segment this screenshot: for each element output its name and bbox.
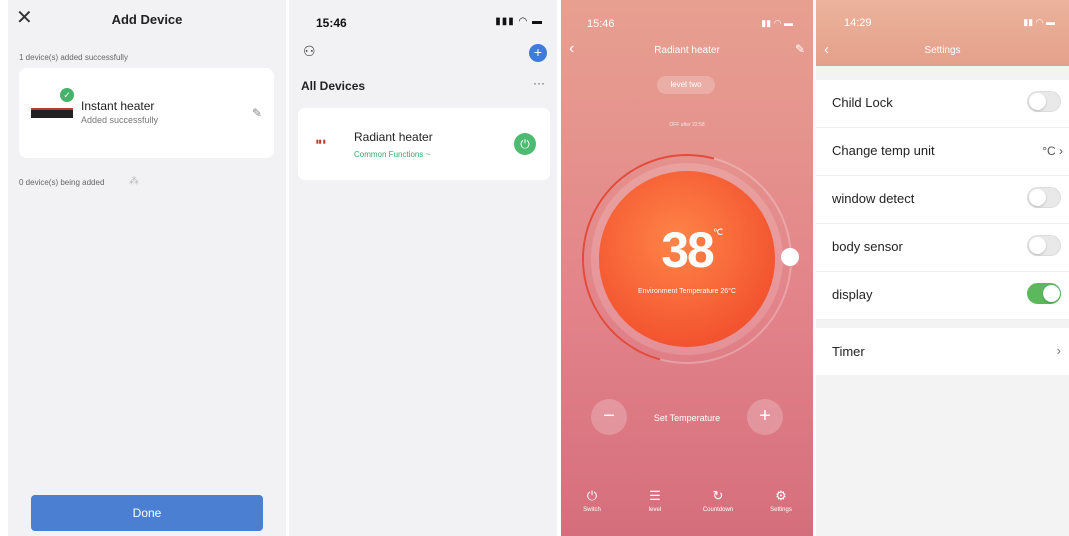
power-icon: ⏻ [586, 488, 598, 503]
page-title: Add Device [111, 12, 183, 27]
window-detect-toggle[interactable] [1027, 187, 1061, 208]
device-status: Added successfully [81, 115, 159, 125]
increase-button[interactable]: + [747, 399, 783, 435]
setting-body-sensor: body sensor [816, 224, 1069, 272]
tab-label: Countdown [702, 507, 734, 513]
temperature-value: 38 [661, 222, 715, 278]
settings-list: Child Lock Change temp unit °C › window … [816, 80, 1069, 320]
countdown-icon: ↻ [712, 488, 724, 503]
adding-count-text: 0 device(s) being added [19, 178, 105, 187]
display-toggle[interactable] [1027, 283, 1061, 304]
temperature-slider-handle[interactable] [781, 248, 799, 266]
device-card[interactable]: ▮▮ ▮ Radiant heater Common Functions ~ ⏻ [298, 108, 550, 180]
tab-label: Switch [583, 507, 601, 513]
loading-spinner-icon: ⁂ [129, 176, 139, 187]
all-devices-screen: 15:46 ▮▮▮ ◠ ▬ ⚇ + All Devices ··· ▮▮ ▮ R… [289, 0, 557, 536]
setting-label: window detect [832, 191, 915, 206]
setting-label: Change temp unit [832, 143, 935, 158]
settings-header: 14:29 ▮▮ ◠ ▬ ‹ Settings [816, 0, 1069, 66]
status-icons: ▮▮▮ ◠ ▬ [495, 16, 543, 27]
temp-unit-value: °C › [1042, 144, 1063, 158]
plus-circle-icon[interactable]: + [529, 44, 547, 62]
add-device-screen: ✕ Add Device 1 device(s) added successfu… [8, 0, 286, 536]
setting-label: Child Lock [832, 95, 893, 110]
setting-timer[interactable]: Timer › [816, 328, 1069, 375]
setting-window-detect: window detect [816, 176, 1069, 224]
tab-countdown[interactable]: ↻ Countdown [693, 488, 743, 513]
status-time: 14:29 [844, 17, 872, 29]
page-title: Radiant heater [654, 45, 720, 56]
child-lock-toggle[interactable] [1027, 91, 1061, 112]
power-icon[interactable]: ⏻ [514, 133, 536, 155]
device-thumbnail [31, 108, 73, 118]
temperature-dial: 38 ℃ Environment Temperature 26°C [599, 171, 775, 347]
timer-label: Timer [832, 344, 865, 359]
tab-level[interactable]: ☰ level [630, 488, 680, 513]
chevron-right-icon: › [1059, 144, 1063, 158]
setting-display: display [816, 272, 1069, 320]
body-sensor-toggle[interactable] [1027, 235, 1061, 256]
environment-temperature: Environment Temperature 26°C [638, 288, 736, 295]
user-icon[interactable]: ⚇ [303, 43, 316, 60]
brand-logo: ▮▮ ▮ [316, 139, 326, 145]
status-icons: ▮▮ ◠ ▬ [1023, 17, 1055, 27]
bottom-tab-bar: ⏻ Switch ☰ level ↻ Countdown ⚙ Settings [561, 488, 813, 528]
page-title: Settings [924, 45, 961, 56]
setting-label: display [832, 287, 873, 302]
heater-control-screen: 15:46 ▮▮ ◠ ▬ ‹ Radiant heater ✎ level tw… [561, 0, 813, 536]
tab-settings[interactable]: ⚙ Settings [756, 488, 806, 513]
setting-label: body sensor [832, 239, 903, 254]
tab-label: level [648, 507, 662, 513]
added-count-text: 1 device(s) added successfully [19, 53, 128, 62]
status-icons: ▮▮ ◠ ▬ [761, 18, 793, 28]
common-functions-link[interactable]: Common Functions ~ [354, 150, 430, 159]
status-time: 15:46 [587, 18, 615, 30]
setting-child-lock: Child Lock [816, 80, 1069, 128]
edit-icon[interactable]: ✎ [252, 106, 262, 120]
settings-icon: ⚙ [775, 488, 787, 503]
done-button[interactable]: Done [31, 495, 263, 531]
setting-temp-unit[interactable]: Change temp unit °C › [816, 128, 1069, 176]
level-badge[interactable]: level two [657, 76, 715, 94]
check-icon: ✓ [60, 88, 74, 102]
device-name: Instant heater [81, 99, 155, 113]
temperature-unit: ℃ [713, 227, 724, 237]
edit-icon[interactable]: ✎ [795, 42, 805, 56]
chevron-right-icon: › [1056, 343, 1061, 358]
settings-screen: 14:29 ▮▮ ◠ ▬ ‹ Settings Child Lock Chang… [816, 0, 1069, 536]
section-title: All Devices [301, 79, 366, 93]
level-icon: ☰ [649, 488, 661, 503]
tab-label: Settings [770, 507, 792, 513]
device-card[interactable]: ✓ Instant heater Added successfully ✎ [19, 68, 274, 158]
tab-switch[interactable]: ⏻ Switch [567, 488, 617, 513]
off-timer-text: OFF after 22:58 [669, 122, 705, 128]
device-name: Radiant heater [354, 130, 433, 144]
status-time: 15:46 [316, 16, 347, 30]
more-icon[interactable]: ··· [533, 76, 545, 90]
